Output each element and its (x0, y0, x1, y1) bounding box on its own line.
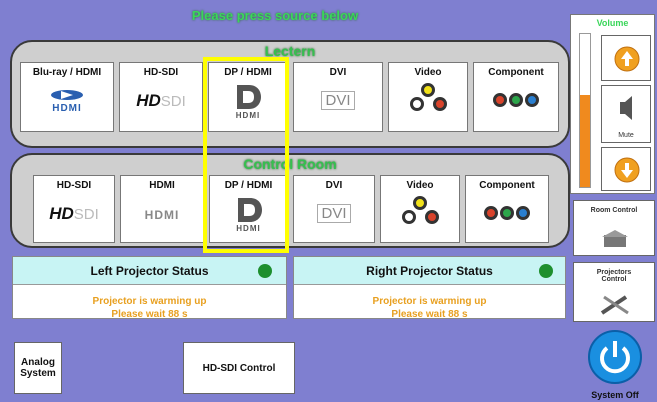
dvi-icon: DVI (294, 91, 382, 110)
lectern-bluray-hdmi-button[interactable]: Blu-ray / HDMI HDMI (20, 62, 114, 132)
component-video-icon (474, 93, 558, 107)
composite-video-icon (381, 196, 459, 229)
hdmi-icon: HDMI (144, 208, 180, 222)
arrow-down-icon (614, 157, 640, 183)
right-projector-status-title: Right Projector Status (366, 263, 493, 278)
system-off-label: System Off (591, 390, 639, 400)
room-control-icon (602, 230, 628, 247)
source-label: Component (479, 180, 535, 191)
volume-title: Volume (596, 18, 629, 28)
room-control-label: Room Control (590, 207, 638, 214)
hdsdi-icon: HDSDI (136, 91, 186, 110)
room-control-button[interactable]: Room Control (573, 200, 655, 256)
left-projector-status-led (258, 264, 272, 278)
projectors-control-label: Projectors Control (596, 269, 632, 283)
source-label: Video (414, 67, 442, 78)
mute-label: Mute (618, 132, 634, 139)
tools-icon (600, 295, 629, 315)
component-video-icon (466, 206, 548, 220)
power-icon (588, 330, 642, 384)
control-room-group: Control Room HD-SDI HDSDI HDMI HDMI DP /… (10, 153, 570, 248)
lectern-hdsdi-button[interactable]: HD-SDI HDSDI (119, 62, 203, 132)
right-projector-status-panel: Right Projector Status Projector is warm… (293, 256, 566, 320)
control-room-component-button[interactable]: Component (465, 175, 549, 243)
volume-slider[interactable] (579, 33, 591, 188)
source-label: DVI (325, 180, 343, 191)
selection-highlight (203, 57, 289, 253)
source-label: Video (406, 180, 434, 191)
source-label: HDMI (149, 180, 175, 191)
left-projector-message: Projector is warming up Please wait 88 s (92, 296, 207, 320)
lectern-component-button[interactable]: Component (473, 62, 559, 132)
arrow-up-icon (614, 46, 640, 72)
source-label: Component (488, 67, 544, 78)
control-room-dvi-button[interactable]: DVI DVI (293, 175, 375, 243)
left-projector-status-panel: Left Projector Status Projector is warmi… (12, 256, 287, 320)
control-room-title: Control Room (243, 156, 337, 172)
projectors-control-button[interactable]: Projectors Control (573, 262, 655, 322)
lectern-dvi-button[interactable]: DVI DVI (293, 62, 383, 132)
speaker-icon (620, 96, 632, 120)
control-room-hdsdi-button[interactable]: HD-SDI HDSDI (33, 175, 115, 243)
source-label: DVI (329, 67, 347, 78)
volume-level-fill (580, 95, 590, 187)
right-projector-message: Projector is warming up Please wait 88 s (372, 296, 487, 320)
lectern-group: Lectern Blu-ray / HDMI HDMI HD-SDI HDSDI… (10, 40, 570, 148)
dvi-icon: DVI (294, 204, 374, 223)
hdsdi-icon: HDSDI (49, 204, 99, 223)
composite-video-icon (389, 83, 467, 116)
source-label: Blu-ray / HDMI (32, 67, 102, 78)
source-label: HD-SDI (56, 180, 92, 191)
hdsdi-control-button[interactable]: HD-SDI Control (183, 342, 295, 394)
left-projector-status-title: Left Projector Status (90, 263, 209, 278)
volume-panel: Volume Mute (570, 14, 655, 194)
lectern-video-button[interactable]: Video (388, 62, 468, 132)
right-projector-status-led (539, 264, 553, 278)
volume-down-button[interactable] (601, 147, 651, 191)
bluray-hdmi-icon: HDMI (21, 87, 113, 114)
lectern-title: Lectern (264, 43, 316, 59)
system-off-button[interactable]: System Off (582, 328, 648, 400)
source-label: HD-SDI (143, 67, 179, 78)
control-room-video-button[interactable]: Video (380, 175, 460, 243)
analog-system-button[interactable]: Analog System (14, 342, 62, 394)
control-room-hdmi-button[interactable]: HDMI HDMI (120, 175, 204, 243)
page-title: Please press source below (191, 8, 359, 23)
mute-button[interactable]: Mute (601, 85, 651, 143)
volume-up-button[interactable] (601, 35, 651, 81)
